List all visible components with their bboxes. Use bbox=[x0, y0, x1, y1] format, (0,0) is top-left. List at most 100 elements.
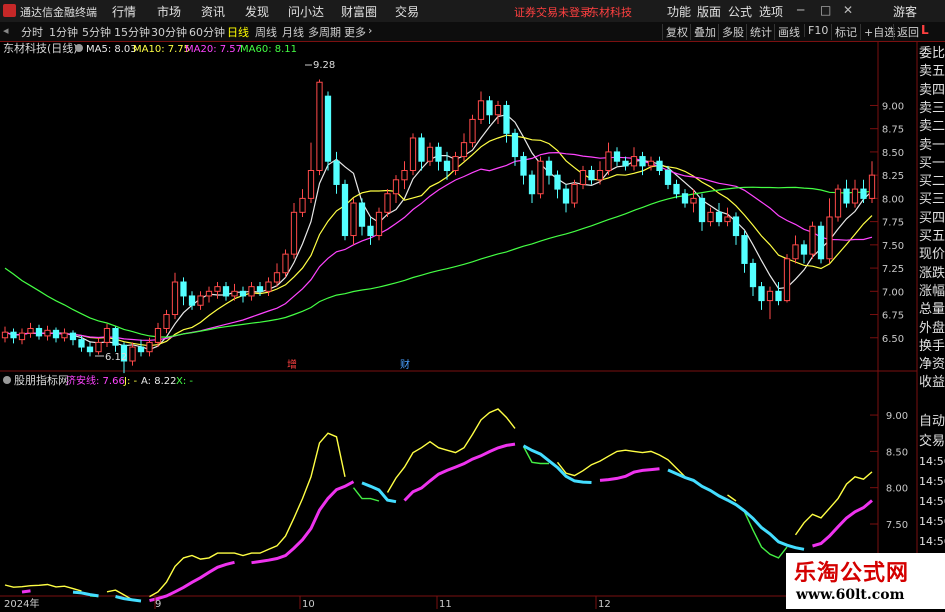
indicator-line2: J: - bbox=[123, 376, 137, 387]
event-marker-zeng[interactable]: 增 bbox=[287, 358, 297, 371]
candle-body bbox=[248, 286, 255, 297]
period-tab[interactable]: 更多 bbox=[344, 24, 366, 40]
candle-body bbox=[664, 170, 672, 185]
candle-body bbox=[256, 286, 264, 292]
toolbar-button[interactable]: 复权 bbox=[662, 24, 688, 40]
y-tick-label: 8.00 bbox=[886, 484, 908, 495]
period-tab[interactable]: 周线 bbox=[255, 24, 277, 40]
maximize-icon[interactable]: □ bbox=[820, 3, 831, 17]
menu-market[interactable]: 市场 bbox=[157, 3, 181, 20]
watermark: 乐淘公式网 www.60lt.com bbox=[786, 553, 945, 609]
toolbar-button[interactable]: 标记 bbox=[831, 24, 857, 40]
candle-body bbox=[630, 156, 638, 167]
y-tick-label: 9.00 bbox=[882, 101, 904, 112]
candle-body bbox=[775, 290, 782, 302]
login-warning[interactable]: 证券交易未登录 bbox=[514, 4, 591, 20]
toolbar-button[interactable]: +自选 bbox=[860, 24, 895, 40]
candle-body bbox=[392, 179, 400, 195]
candle-body bbox=[146, 341, 153, 353]
side-panel-trade-row: 14:56 bbox=[919, 475, 945, 488]
menu-trade[interactable]: 交易 bbox=[395, 3, 419, 20]
settings-icon[interactable] bbox=[3, 376, 11, 384]
candle-body bbox=[741, 235, 748, 264]
candle-body bbox=[843, 188, 850, 204]
candle-body bbox=[588, 170, 595, 181]
indicator-line3: A: 8.22 bbox=[141, 376, 176, 387]
candle-body bbox=[52, 329, 60, 339]
menu-ask[interactable]: 问小达 bbox=[288, 3, 324, 20]
candle-body bbox=[316, 81, 323, 172]
candles bbox=[1, 79, 876, 374]
period-tab[interactable]: 1分钟 bbox=[49, 24, 78, 40]
candle-body bbox=[460, 142, 468, 158]
candle-body bbox=[409, 137, 417, 172]
price-grid: 9.00 8.75 8.50 8.25 8.00 7.75 7.50 7.25 7.00 6.75… bbox=[870, 101, 904, 345]
app-title: 通达信金融终端 bbox=[20, 6, 97, 19]
candle-body bbox=[375, 211, 383, 237]
candle-body bbox=[69, 332, 77, 341]
period-tab[interactable]: 多周期 bbox=[308, 24, 341, 40]
menu-options[interactable]: 选项 bbox=[759, 3, 783, 20]
side-panel-row: 涨幅 bbox=[919, 283, 945, 299]
y-tick-label: 7.25 bbox=[882, 264, 904, 275]
candle-body bbox=[273, 272, 281, 283]
chevron-right-icon[interactable]: › bbox=[368, 24, 372, 37]
toolbar-button[interactable]: 多股 bbox=[718, 24, 744, 40]
y-tick-label: 7.50 bbox=[886, 520, 908, 531]
toolbar-button[interactable]: 画线 bbox=[774, 24, 800, 40]
candle-body bbox=[452, 156, 459, 172]
ma20-label: MA20: 7.57 bbox=[185, 44, 242, 55]
menu-discover[interactable]: 发现 bbox=[245, 3, 269, 20]
toolbar-button[interactable]: 统计 bbox=[746, 24, 772, 40]
candle-body bbox=[868, 174, 876, 199]
settings-icon[interactable] bbox=[75, 44, 83, 52]
period-tab[interactable]: 30分钟 bbox=[151, 24, 187, 40]
side-panel-trade-row: 14:56 bbox=[919, 515, 945, 528]
toolbar-button[interactable]: 叠加 bbox=[690, 24, 716, 40]
menu-wealth[interactable]: 财富圈 bbox=[341, 3, 377, 20]
guest-login[interactable]: 游客 bbox=[893, 3, 917, 20]
side-panel-row: 换手 bbox=[919, 338, 945, 354]
candle-body bbox=[435, 146, 442, 162]
menu-news[interactable]: 资讯 bbox=[201, 3, 225, 20]
candle-body bbox=[656, 160, 663, 172]
period-tab[interactable]: 60分钟 bbox=[189, 24, 225, 40]
period-tab[interactable]: 月线 bbox=[282, 24, 304, 40]
y-tick-label: 6.75 bbox=[882, 311, 904, 322]
candle-body bbox=[35, 327, 43, 337]
candle-body bbox=[443, 160, 451, 172]
stock-title: 东材科技(日线) bbox=[3, 41, 78, 55]
period-tab[interactable]: 15分钟 bbox=[114, 24, 150, 40]
menu-layout[interactable]: 版面 bbox=[697, 3, 721, 20]
period-tab[interactable]: 5分钟 bbox=[82, 24, 111, 40]
candle-body bbox=[851, 188, 859, 204]
minimize-icon[interactable]: ─ bbox=[797, 3, 804, 17]
header-stock-name: 东材科技 bbox=[588, 6, 632, 19]
candle-body bbox=[834, 188, 842, 218]
chart-area[interactable]: 东材科技(日线) MA5: 8.03 MA10: 7.75 MA20: 7.57… bbox=[0, 41, 945, 610]
menu-quotes[interactable]: 行情 bbox=[112, 3, 136, 20]
event-marker-cai[interactable]: 财 bbox=[400, 358, 410, 371]
candle-body bbox=[163, 314, 170, 329]
side-panel-trade-row: 14:56 bbox=[919, 535, 945, 548]
side-panel-row: 总量 bbox=[919, 302, 945, 318]
candle-body bbox=[214, 286, 221, 292]
left-arrow-icon[interactable]: ◂ bbox=[3, 24, 9, 37]
close-icon[interactable]: ✕ bbox=[843, 3, 853, 17]
period-tab[interactable]: 分时 bbox=[21, 24, 43, 40]
period-bar: ◂ 分时 1分钟 5分钟 15分钟 30分钟 60分钟 日线 周线 月线 多周期… bbox=[0, 22, 945, 42]
toolbar-button[interactable]: F10 bbox=[804, 24, 828, 37]
candle-body bbox=[180, 281, 187, 297]
menu-formula[interactable]: 公式 bbox=[728, 3, 752, 20]
sub-lines bbox=[4, 408, 873, 603]
candle-body bbox=[613, 151, 621, 162]
side-panel-row: 买三 bbox=[919, 192, 945, 208]
candle-body bbox=[681, 193, 689, 204]
toolbar-button[interactable]: 返回 bbox=[893, 24, 919, 40]
side-panel-row: 卖三 bbox=[919, 100, 945, 116]
period-tab-active[interactable]: 日线 bbox=[227, 24, 249, 40]
side-panel-header: L bbox=[919, 22, 945, 41]
candle-body bbox=[18, 332, 26, 341]
menu-function[interactable]: 功能 bbox=[667, 3, 691, 20]
chart-canvas[interactable]: 东材科技(日线) MA5: 8.03 MA10: 7.75 MA20: 7.57… bbox=[0, 41, 945, 610]
